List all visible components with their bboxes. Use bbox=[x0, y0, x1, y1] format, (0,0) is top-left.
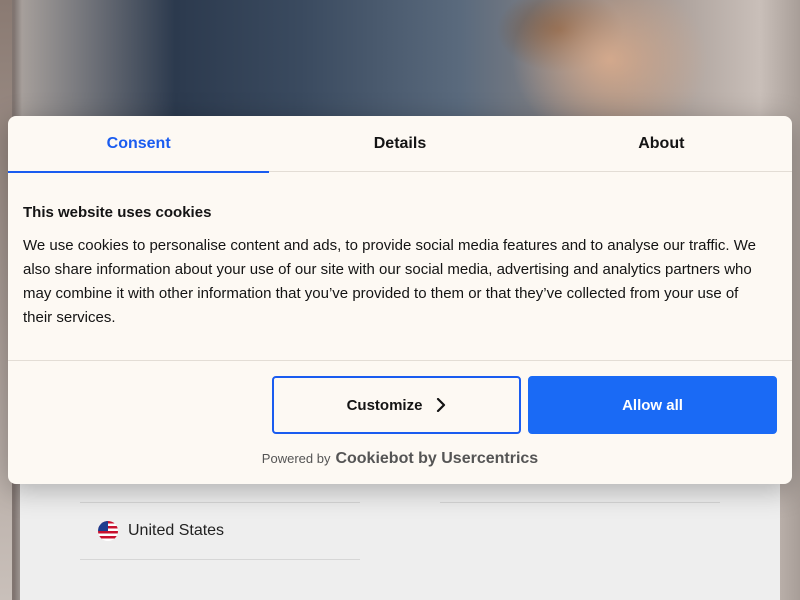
customize-button[interactable]: Customize bbox=[272, 376, 521, 434]
powered-by-prefix: Powered by bbox=[261, 451, 331, 466]
consent-heading: This website uses cookies bbox=[23, 204, 212, 221]
country-divider bbox=[440, 502, 720, 503]
us-flag-icon bbox=[98, 521, 118, 541]
consent-description: We use cookies to personalise content an… bbox=[23, 237, 756, 326]
consent-content: This website uses cookies We use cookies… bbox=[23, 204, 783, 330]
customize-button-label: Customize bbox=[346, 396, 423, 414]
consent-divider bbox=[8, 360, 792, 361]
tab-about[interactable]: About bbox=[531, 116, 792, 172]
country-label: United States bbox=[128, 522, 225, 539]
cookie-consent-dialog: Consent Details About This website uses … bbox=[8, 116, 792, 484]
allow-all-button-label: Allow all bbox=[622, 396, 683, 414]
allow-all-button[interactable]: Allow all bbox=[528, 376, 777, 434]
tab-details[interactable]: Details bbox=[269, 116, 530, 172]
tab-consent[interactable]: Consent bbox=[8, 116, 270, 173]
chevron-right-icon bbox=[437, 398, 446, 412]
consent-tabs: Consent Details About bbox=[8, 116, 792, 173]
country-item-united-states[interactable]: United States bbox=[80, 502, 360, 560]
powered-by: Powered by Cookiebot by Usercentrics bbox=[8, 450, 792, 468]
cookiebot-brand-link[interactable]: Cookiebot by Usercentrics bbox=[335, 450, 538, 468]
